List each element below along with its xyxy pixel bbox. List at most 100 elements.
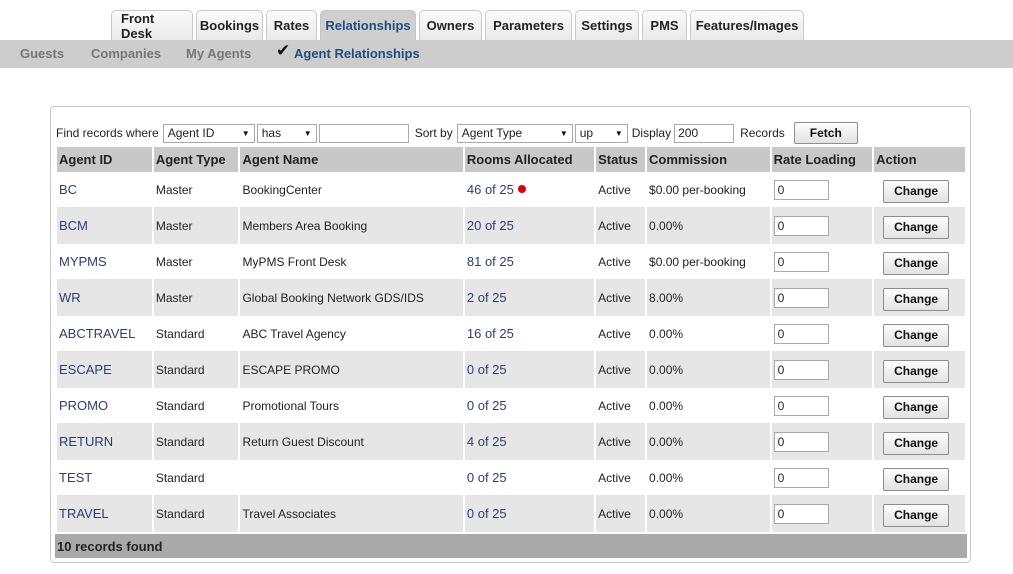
rooms-allocated-link[interactable]: 0 of 25 — [467, 470, 507, 485]
table-row: RETURN Standard Return Guest Discount 4 of … — [57, 424, 965, 460]
agent-id-link[interactable]: BCM — [57, 208, 152, 244]
tab-rates[interactable]: Rates — [266, 10, 317, 40]
action-cell: Change — [874, 460, 965, 496]
header-status[interactable]: Status — [596, 147, 646, 172]
rate-loading-input[interactable]: 0 — [773, 359, 829, 380]
header-commission[interactable]: Commission — [647, 147, 770, 172]
change-button[interactable]: Change — [883, 395, 950, 419]
agent-id-link[interactable]: RETURN — [57, 424, 152, 460]
rooms-allocated-link[interactable]: 0 of 25 — [467, 362, 507, 377]
rate-loading-input[interactable]: 0 — [773, 395, 829, 416]
commission-cell: $0.00 per-booking — [647, 172, 770, 208]
agent-id-link[interactable]: WR — [57, 280, 152, 316]
rooms-allocated-link[interactable]: 0 of 25 — [467, 398, 507, 413]
change-button[interactable]: Change — [883, 359, 950, 383]
status-cell: Active — [596, 208, 646, 244]
change-button[interactable]: Change — [883, 323, 950, 347]
rooms-allocated-cell: 0 of 25 — [464, 388, 595, 424]
table-header-row: Agent ID Agent Type Agent Name Rooms All… — [57, 147, 965, 172]
agent-id-link[interactable]: ABCTRAVEL — [57, 316, 152, 352]
agent-id-link[interactable]: TEST — [57, 460, 152, 496]
subnav-guests[interactable]: Guests — [20, 40, 64, 68]
change-button[interactable]: Change — [883, 215, 950, 239]
sort-order-select[interactable]: up ▼ — [574, 123, 628, 143]
rate-loading-input[interactable]: 0 — [773, 503, 829, 524]
rate-loading-cell: 0 — [771, 208, 873, 244]
rate-loading-cell: 0 — [771, 244, 873, 280]
records-found-footer: 10 records found — [55, 534, 967, 558]
subnav-agent-relationships[interactable]: Agent Relationships — [294, 40, 420, 68]
fetch-button[interactable]: Fetch — [793, 122, 858, 144]
change-button[interactable]: Change — [883, 287, 950, 311]
sub-navigation: Guests Companies My Agents ✔ Agent Relat… — [0, 40, 1013, 68]
table-row: WR Master Global Booking Network GDS/IDS 2 … — [57, 280, 965, 316]
subnav-my-agents[interactable]: My Agents — [186, 40, 251, 68]
action-cell: Change — [874, 388, 965, 424]
agent-id-link[interactable]: PROMO — [57, 388, 152, 424]
agent-name-cell: MyPMS Front Desk — [240, 244, 463, 280]
tab-owners[interactable]: Owners — [419, 10, 482, 40]
tab-front-desk[interactable]: Front Desk — [111, 10, 193, 41]
rooms-allocated-cell: 4 of 25 — [464, 424, 595, 460]
rate-loading-input[interactable]: 0 — [773, 287, 829, 308]
rate-loading-cell: 0 — [771, 424, 873, 460]
change-button[interactable]: Change — [883, 179, 950, 203]
over-allocation-alert-icon — [517, 185, 526, 193]
operator-select[interactable]: has ▼ — [256, 123, 317, 143]
display-count-input[interactable]: 200 — [674, 123, 735, 143]
tab-features-images[interactable]: Features/Images — [690, 10, 804, 40]
tab-relationships[interactable]: Relationships — [320, 10, 416, 40]
header-agent-id[interactable]: Agent ID — [57, 147, 152, 172]
rooms-allocated-cell: 0 of 25 — [464, 352, 595, 388]
change-button[interactable]: Change — [883, 503, 950, 527]
tab-pms[interactable]: PMS — [642, 10, 687, 40]
agent-id-link[interactable]: BC — [57, 172, 152, 208]
rooms-allocated-link[interactable]: 4 of 25 — [467, 434, 507, 449]
query-input[interactable] — [318, 123, 409, 143]
rate-loading-input[interactable]: 0 — [773, 467, 829, 488]
agent-name-cell: BookingCenter — [240, 172, 463, 208]
change-button[interactable]: Change — [883, 251, 950, 275]
subnav-companies[interactable]: Companies — [91, 40, 161, 68]
agent-type-cell: Master — [153, 208, 239, 244]
rate-loading-input[interactable]: 0 — [773, 251, 829, 272]
rate-loading-cell: 0 — [771, 460, 873, 496]
rooms-allocated-link[interactable]: 46 of 25 — [467, 182, 514, 197]
find-records-label: Find records where — [56, 126, 159, 140]
rooms-allocated-link[interactable]: 2 of 25 — [467, 290, 507, 305]
commission-cell: 0.00% — [647, 424, 770, 460]
sort-select[interactable]: Agent Type ▼ — [456, 123, 573, 143]
rate-loading-input[interactable]: 0 — [773, 215, 829, 236]
header-rooms-allocated[interactable]: Rooms Allocated — [464, 147, 595, 172]
agent-id-link[interactable]: MYPMS — [57, 244, 152, 280]
field-select[interactable]: Agent ID ▼ — [162, 123, 255, 143]
rate-loading-cell: 0 — [771, 172, 873, 208]
header-agent-name[interactable]: Agent Name — [240, 147, 463, 172]
tab-bookings[interactable]: Bookings — [196, 10, 263, 40]
header-agent-type[interactable]: Agent Type — [153, 147, 239, 172]
rooms-allocated-link[interactable]: 0 of 25 — [467, 506, 507, 521]
agent-type-cell: Standard — [153, 424, 239, 460]
rooms-allocated-cell: 0 of 25 — [464, 460, 595, 496]
sort-by-label: Sort by — [414, 126, 453, 140]
checkmark-icon: ✔ — [276, 41, 291, 60]
rooms-allocated-link[interactable]: 20 of 25 — [467, 218, 514, 233]
table-row: TRAVEL Standard Travel Associates 0 of 25 Ac… — [57, 496, 965, 532]
rate-loading-input[interactable]: 0 — [773, 323, 829, 344]
rooms-allocated-link[interactable]: 81 of 25 — [467, 254, 514, 269]
status-cell: Active — [596, 424, 646, 460]
rate-loading-input[interactable]: 0 — [773, 431, 829, 452]
change-button[interactable]: Change — [883, 467, 950, 491]
tab-parameters[interactable]: Parameters — [485, 10, 572, 40]
rate-loading-input[interactable]: 0 — [773, 179, 829, 200]
agent-type-cell: Standard — [153, 460, 239, 496]
rooms-allocated-cell: 46 of 25 — [464, 172, 595, 208]
action-cell: Change — [874, 280, 965, 316]
agent-id-link[interactable]: TRAVEL — [57, 496, 152, 532]
change-button[interactable]: Change — [883, 431, 950, 455]
header-rate-loading[interactable]: Rate Loading — [771, 147, 873, 172]
agent-id-link[interactable]: ESCAPE — [57, 352, 152, 388]
table-row: BCM Master Members Area Booking 20 of 25 Act… — [57, 208, 965, 244]
tab-settings[interactable]: Settings — [575, 10, 639, 40]
rooms-allocated-link[interactable]: 16 of 25 — [467, 326, 514, 341]
